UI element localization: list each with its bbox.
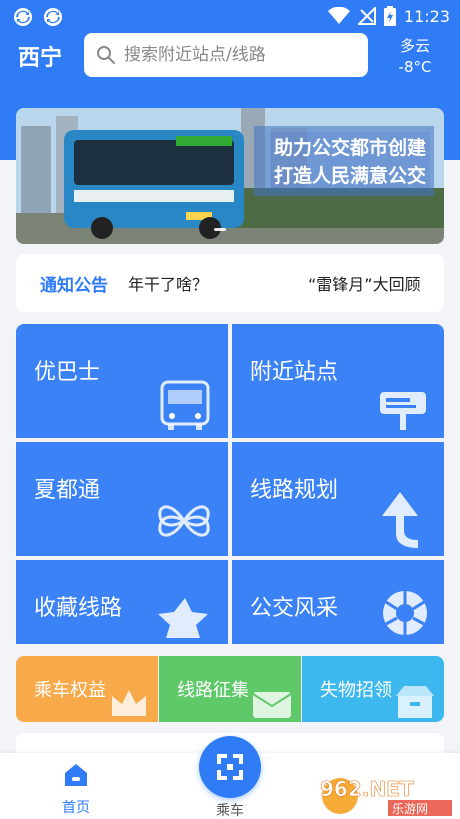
status-bar: 11:23 [0, 0, 460, 34]
crown-icon [112, 690, 146, 716]
no-signal-icon [357, 7, 376, 25]
tile-label: 线路规划 [250, 478, 339, 503]
svg-text:962.NET: 962.NET [320, 777, 414, 801]
bus-icon [160, 380, 210, 430]
tile-ubus[interactable]: 优巴士 [16, 324, 228, 438]
site-watermark: 962.NET 乐游网 [318, 770, 456, 816]
weather-widget[interactable]: 多云 -8°C [384, 36, 446, 78]
pager-dot [214, 228, 226, 231]
svg-text:乐游网: 乐游网 [392, 802, 428, 816]
sync-icon [44, 8, 62, 26]
watermark-logo: 962.NET 乐游网 [320, 777, 452, 816]
notice-bar[interactable]: 通知公告 年干了啥？ “雷锋月”大回顾 [16, 254, 444, 312]
search-box[interactable] [84, 33, 368, 77]
notice-item[interactable]: “雷锋月”大回顾 [308, 271, 421, 295]
quick-link-label: 线路征集 [177, 680, 249, 701]
tile-label: 公交风采 [250, 596, 339, 621]
banner-pager [214, 228, 226, 231]
tile-label: 收藏线路 [34, 596, 123, 621]
tile-label: 优巴士 [34, 360, 101, 385]
route-arrow-icon [382, 492, 418, 548]
box-icon [396, 686, 434, 718]
wifi-icon [327, 7, 350, 24]
nav-home-label: 首页 [62, 800, 90, 816]
ride-button[interactable] [199, 736, 261, 798]
quick-link-lost-and-found[interactable]: 失物招领 [302, 656, 444, 722]
notice-label: 通知公告 [40, 275, 108, 296]
weather-temperature: -8°C [398, 58, 432, 76]
quick-link-label: 失物招领 [320, 680, 392, 701]
banner-line-1: 助力公交都市创建 [273, 137, 426, 159]
promo-banner[interactable]: 助力公交都市创建 打造人民满意公交 [16, 108, 444, 244]
envelope-icon [252, 692, 292, 718]
tile-nearby-stops[interactable]: 附近站点 [232, 324, 444, 438]
weather-condition: 多云 [399, 37, 430, 55]
tile-bus-gallery[interactable]: 公交风采 [232, 560, 444, 644]
nav-home[interactable]: 首页 [36, 761, 116, 817]
bus-stop-sign-icon [380, 392, 426, 430]
home-icon [65, 764, 87, 786]
tile-label: 附近站点 [250, 360, 339, 385]
tile-favorite-routes[interactable]: 收藏线路 [16, 560, 228, 644]
nav-ride-label: 乘车 [216, 803, 244, 819]
search-icon [97, 46, 115, 64]
status-time: 11:23 [403, 6, 450, 26]
search-input[interactable] [124, 45, 354, 65]
quick-link-ride-benefits[interactable]: 乘车权益 [16, 656, 158, 722]
quick-link-route-solicitation[interactable]: 线路征集 [159, 656, 301, 722]
notice-item[interactable]: 年干了啥？ [128, 271, 208, 295]
qr-scan-icon [217, 754, 243, 780]
quick-link-label: 乘车权益 [34, 680, 106, 701]
banner-line-2: 打造人民满意公交 [273, 165, 426, 187]
battery-charging-icon [383, 6, 396, 26]
tile-label: 夏都通 [34, 478, 101, 503]
star-icon [158, 598, 208, 638]
tile-xiadutong[interactable]: 夏都通 [16, 442, 228, 556]
sync-icon [14, 8, 32, 26]
banner-slogan: 助力公交都市创建 打造人民满意公交 [269, 132, 430, 192]
camera-aperture-icon [383, 591, 427, 635]
tile-route-planning[interactable]: 线路规划 [232, 442, 444, 556]
knot-icon [158, 505, 210, 537]
city-selector[interactable]: 西宁 [18, 40, 62, 72]
